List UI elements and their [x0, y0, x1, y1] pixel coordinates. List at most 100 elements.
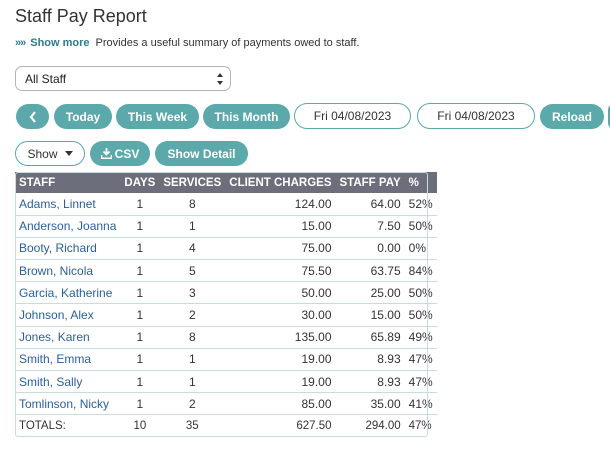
table-row: Jones, Karen 1 8 135.00 65.89 49% [15, 326, 437, 349]
table-row: Tomlinson, Nicky 1 2 85.00 35.00 41% [15, 392, 437, 416]
client-charges-cell: 124.00 [225, 193, 336, 216]
staff-pay-cell: 15.00 [335, 303, 405, 327]
total-percent: 47% [408, 420, 432, 433]
days-cell: 1 [120, 237, 160, 261]
services-cell: 2 [159, 392, 226, 416]
table-row: Anderson, Joanna 1 1 15.00 7.50 50% [15, 215, 437, 238]
client-charges-cell: 135.00 [225, 326, 336, 349]
column-header-services[interactable]: SERVICES [159, 172, 226, 193]
select-arrows-icon [217, 73, 223, 85]
staff-name-link[interactable]: Smith, Emma [15, 348, 121, 372]
previous-button[interactable] [16, 104, 49, 129]
services-cell: 8 [159, 193, 226, 216]
column-header-percent[interactable]: % [404, 172, 437, 193]
days-cell: 1 [120, 193, 160, 216]
staff-name-link[interactable]: Smith, Sally [15, 370, 121, 394]
totals-row: TOTALS: 10 35 627.50 294.00 47% [15, 415, 437, 437]
percent-cell: 47% [404, 348, 437, 372]
table-row: Booty, Richard 1 4 75.00 0.00 0% [15, 237, 437, 261]
double-chevron-right-icon[interactable]: »» [15, 37, 26, 49]
this-week-button[interactable]: This Week [116, 104, 199, 129]
csv-button[interactable]: CSV [90, 141, 150, 166]
staff-name-link[interactable]: Jones, Karen [15, 326, 121, 349]
client-charges-cell: 19.00 [225, 348, 336, 372]
totals-label: TOTALS: [19, 420, 66, 433]
services-cell: 5 [159, 259, 226, 283]
percent-cell: 50% [404, 281, 437, 305]
services-cell: 2 [159, 303, 226, 327]
show-dropdown-button[interactable]: Show [15, 141, 85, 166]
staff-pay-cell: 63.75 [335, 259, 405, 283]
client-charges-cell: 75.50 [225, 259, 336, 283]
client-charges-cell: 75.00 [225, 237, 336, 261]
total-client-charges: 627.50 [296, 420, 332, 433]
column-header-staff[interactable]: STAFF [15, 172, 121, 193]
staff-pay-cell: 7.50 [335, 215, 405, 238]
services-cell: 8 [159, 326, 226, 349]
client-charges-cell: 30.00 [225, 303, 336, 327]
days-cell: 1 [120, 259, 160, 283]
days-cell: 1 [120, 348, 160, 372]
percent-cell: 52% [404, 193, 437, 216]
staff-name-link[interactable]: Adams, Linnet [15, 193, 121, 216]
column-header-client-charges[interactable]: CLIENT CHARGES [225, 172, 336, 193]
staff-name-link[interactable]: Brown, Nicola [15, 259, 121, 283]
table-row: Smith, Sally 1 1 19.00 8.93 47% [15, 370, 437, 394]
show-more-link[interactable]: Show more [30, 37, 89, 49]
percent-cell: 49% [404, 326, 437, 349]
percent-cell: 50% [404, 215, 437, 238]
services-cell: 1 [159, 370, 226, 394]
staff-filter-select[interactable]: All Staff [15, 66, 231, 91]
column-header-days[interactable]: DAYS [120, 172, 160, 193]
staff-name-link[interactable]: Booty, Richard [15, 237, 121, 261]
reload-button[interactable]: Reload [540, 104, 604, 129]
staff-pay-cell: 25.00 [335, 281, 405, 305]
total-services: 35 [185, 420, 199, 433]
percent-cell: 0% [404, 237, 437, 261]
percent-cell: 84% [404, 259, 437, 283]
days-cell: 1 [120, 281, 160, 305]
report-info: »» Show more Provides a useful summary o… [15, 37, 359, 49]
services-cell: 4 [159, 237, 226, 261]
date-from-input[interactable]: Fri 04/08/2023 [294, 103, 411, 129]
days-cell: 1 [120, 326, 160, 349]
staff-name-link[interactable]: Anderson, Joanna [15, 215, 121, 238]
total-days: 10 [133, 420, 147, 433]
percent-cell: 50% [404, 303, 437, 327]
services-cell: 1 [159, 215, 226, 238]
table-row: Smith, Emma 1 1 19.00 8.93 47% [15, 348, 437, 372]
total-staff-pay: 294.00 [365, 420, 401, 433]
services-cell: 1 [159, 348, 226, 372]
staff-name-link[interactable]: Garcia, Katherine [15, 281, 121, 305]
days-cell: 1 [120, 392, 160, 416]
services-cell: 3 [159, 281, 226, 305]
date-to-input[interactable]: Fri 04/08/2023 [417, 103, 535, 129]
staff-name-link[interactable]: Johnson, Alex [15, 303, 121, 327]
table-header-row: STAFF DAYS SERVICES CLIENT CHARGES STAFF… [15, 172, 437, 193]
staff-name-link[interactable]: Tomlinson, Nicky [15, 392, 121, 416]
table-row: Brown, Nicola 1 5 75.50 63.75 84% [15, 259, 437, 283]
table-row: Adams, Linnet 1 8 124.00 64.00 52% [15, 193, 437, 216]
staff-pay-cell: 8.93 [335, 370, 405, 394]
days-cell: 1 [120, 215, 160, 238]
show-detail-button[interactable]: Show Detail [155, 141, 248, 166]
staff-pay-cell: 64.00 [335, 193, 405, 216]
csv-label: CSV [114, 146, 140, 161]
client-charges-cell: 50.00 [225, 281, 336, 305]
table-row: Garcia, Katherine 1 3 50.00 25.00 50% [15, 281, 437, 305]
staff-pay-cell: 65.89 [335, 326, 405, 349]
percent-cell: 47% [404, 370, 437, 394]
percent-cell: 41% [404, 392, 437, 416]
staff-filter-value: All Staff [25, 71, 67, 86]
column-header-staff-pay[interactable]: STAFF PAY [335, 172, 405, 193]
this-month-button[interactable]: This Month [203, 104, 290, 129]
report-description: Provides a useful summary of payments ow… [95, 37, 360, 49]
download-icon [100, 148, 112, 159]
caret-down-icon [64, 151, 73, 156]
today-button[interactable]: Today [54, 104, 112, 129]
staff-pay-cell: 8.93 [335, 348, 405, 372]
client-charges-cell: 85.00 [225, 392, 336, 416]
client-charges-cell: 15.00 [225, 215, 336, 238]
days-cell: 1 [120, 303, 160, 327]
page-title: Staff Pay Report [15, 6, 147, 26]
